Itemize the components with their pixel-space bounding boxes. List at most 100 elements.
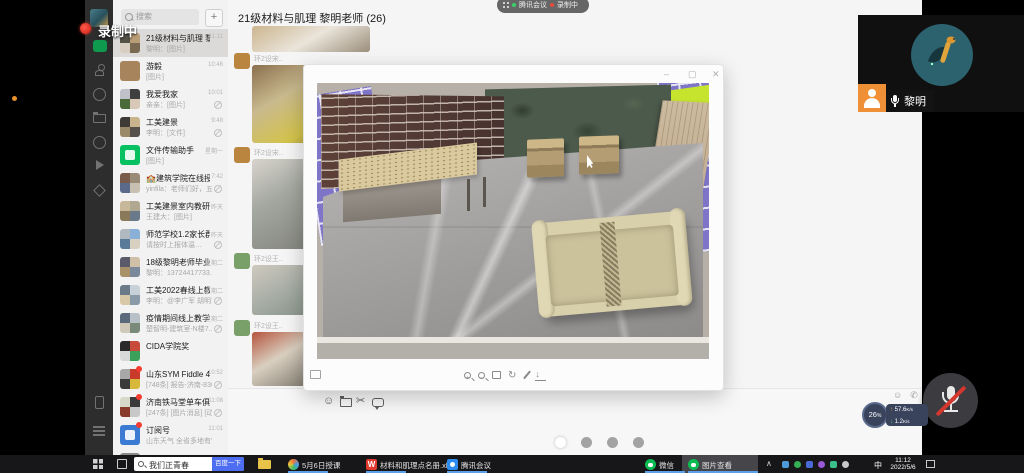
actual-size-icon[interactable]	[492, 371, 501, 379]
file-icon[interactable]	[340, 398, 352, 407]
tray-icon[interactable]	[830, 461, 837, 468]
action-center-icon[interactable]	[926, 460, 935, 468]
chat-list-item[interactable]: 济南铁马堂单车俱乐...[247条] [图片消息] [动...11:08	[113, 393, 228, 421]
tray-icon[interactable]	[794, 461, 801, 468]
chat-list-item[interactable]: 师范学校1.2家长群请按时上报体温…昨天	[113, 225, 228, 253]
tray-expand-icon[interactable]: ∧	[766, 459, 772, 468]
recording-dot-icon	[550, 3, 554, 7]
overlay-mini-icons[interactable]: ☺ ✆	[893, 390, 918, 401]
chat-history-icon[interactable]	[372, 398, 384, 407]
contacts-icon[interactable]	[95, 70, 104, 76]
edit-icon[interactable]	[523, 370, 531, 379]
favorites-icon[interactable]	[93, 88, 106, 101]
rotate-icon[interactable]: ↻	[508, 370, 519, 381]
tray-icon[interactable]	[806, 461, 813, 468]
chat-avatar	[120, 89, 140, 109]
chat-name: 21级材料与肌理 黎明...	[146, 33, 210, 44]
chat-list-item[interactable]: 订阅号山东天气 全省多地有雷...11:01	[113, 421, 228, 449]
screenshot-icon[interactable]: ✂	[356, 396, 365, 407]
taskbar-app-label[interactable]: 腾讯会议	[461, 460, 491, 471]
chat-name: 18级黎明老师毕业...	[146, 257, 210, 268]
chat-list-item[interactable]: 18级黎明老师毕业...黎明：13724417733...星期二	[113, 253, 228, 281]
moments-icon[interactable]	[93, 136, 106, 149]
mute-mic-button[interactable]	[923, 373, 978, 428]
taskbar-app-label[interactable]: 5月6日授课	[302, 460, 340, 471]
screen: 搜索 + 21级材料与肌理 黎明...黎明：[图片]11:11游毅[图片]10:…	[0, 0, 1024, 473]
close-button[interactable]: ✕	[712, 70, 720, 79]
message-image-thumbnail[interactable]	[252, 26, 370, 52]
chat-input-panel[interactable]: ☺ ✂ 发送(S)	[228, 389, 922, 455]
mute-icon	[214, 297, 222, 305]
taskbar-app-label[interactable]: 微信	[659, 460, 674, 471]
chat-avatar	[120, 369, 140, 389]
chat-list-item[interactable]: 山东SYM Fiddle 4车...[748条] 报告-济南-836...10:…	[113, 365, 228, 393]
video-channels-icon[interactable]	[96, 160, 109, 170]
chat-list-item[interactable]: 工美建景室内教研室王建大：[图片]昨天	[113, 197, 228, 225]
baidu-search-button[interactable]: 百度一下	[212, 457, 244, 471]
chat-list-item[interactable]: 疫情期间线上教学...楚智明-建筑室-N楼7...星期二	[113, 309, 228, 337]
chat-avatar	[120, 229, 140, 249]
message-sender-name: 环2设宋..	[254, 54, 283, 64]
search-icon	[138, 461, 144, 467]
emoji-icon[interactable]: ☺	[323, 396, 334, 407]
network-speed-widget[interactable]: ↑ 57.6K/s ↓ 1.2K/s	[886, 404, 928, 426]
chat-name: 济南铁马堂单车俱乐...	[146, 397, 210, 408]
gallery-icon[interactable]	[310, 370, 321, 379]
chat-list-item[interactable]: 我爱我家亲亲：[图片]10:01	[113, 85, 228, 113]
taskbar-search-text: 我们正青春	[149, 460, 189, 471]
wps-icon[interactable]: W	[366, 459, 377, 470]
task-view-button[interactable]	[117, 459, 127, 469]
chat-files-icon[interactable]	[93, 114, 106, 123]
tray-icon[interactable]	[842, 461, 849, 468]
carousel-dot[interactable]	[607, 437, 618, 448]
menu-icon[interactable]	[93, 426, 105, 428]
participant-name: 黎明	[904, 93, 926, 109]
carousel-dot[interactable]	[581, 437, 592, 448]
zoom-in-icon[interactable]: +	[464, 372, 471, 379]
chat-list-item[interactable]: 文件传输助手[图片]星期一	[113, 141, 228, 169]
unread-badge	[136, 422, 142, 428]
message-sender-avatar	[234, 253, 250, 269]
taskbar-app-label[interactable]: 材料和肌理点名册.xls...	[380, 460, 458, 471]
phone-icon[interactable]	[95, 396, 104, 409]
chat-list-item[interactable]: 游毅[图片]10:46	[113, 57, 228, 85]
phone-icon[interactable]: ✆	[910, 390, 918, 401]
meeting-floating-bar[interactable]: 腾讯会议 录制中	[497, 0, 589, 13]
carousel-dot[interactable]	[633, 437, 644, 448]
chat-list-item[interactable]: 工美建景李明：[文件]9:48	[113, 113, 228, 141]
chat-last-message: 黎明：13724417733...	[146, 268, 212, 278]
maximize-button[interactable]: ▢	[688, 70, 697, 79]
message-sender-name: 环2设王..	[254, 254, 283, 264]
emoji-icon[interactable]: ☺	[893, 390, 902, 401]
chats-icon[interactable]	[93, 40, 107, 52]
chat-title: 21级材料与肌理 黎明老师 (26)	[238, 10, 386, 26]
photo-miniature-room[interactable]	[317, 83, 709, 359]
tray-icon[interactable]	[818, 461, 825, 468]
ime-indicator[interactable]: 中	[874, 460, 882, 471]
taskbar-app-label[interactable]: 图片查看	[702, 460, 732, 471]
chat-list-item[interactable]: 🏫建筑学院在线授课群yinfila：老师们好，五...7:42	[113, 169, 228, 197]
taskbar-search-box[interactable]: 我们正青春 百度一下	[134, 457, 244, 471]
battery-percent-widget[interactable]: 26%	[862, 402, 888, 428]
carousel-dot-active[interactable]	[555, 437, 566, 448]
browser-icon[interactable]	[288, 459, 299, 470]
chat-list-item[interactable]: 工美2022春线上教...李明：@李广军 胡明军...星期二	[113, 281, 228, 309]
minimize-button[interactable]: –	[664, 70, 669, 79]
bubble-dot	[648, 463, 653, 467]
zoom-out-icon[interactable]: –	[478, 372, 485, 379]
tray-icon[interactable]	[782, 461, 789, 468]
wechat-icon[interactable]	[688, 459, 699, 470]
file-explorer-icon[interactable]	[258, 460, 271, 469]
meeting-video-window[interactable]: 黎明	[858, 15, 1024, 112]
meeting-icon[interactable]	[447, 459, 458, 470]
wechat-icon[interactable]	[645, 459, 656, 470]
chat-list-item[interactable]: CIDA学院奖	[113, 337, 228, 365]
participant-avatar	[910, 23, 974, 87]
download-icon[interactable]: ↓	[535, 369, 546, 381]
clock[interactable]: 11:12 2022/5/6	[886, 457, 920, 471]
add-chat-button[interactable]: +	[205, 9, 223, 27]
mini-programs-icon[interactable]	[93, 184, 106, 197]
start-button[interactable]	[93, 459, 103, 469]
chat-name: 工美建景	[146, 117, 210, 128]
chat-last-message: [247条] [图片消息] [动...	[146, 408, 212, 418]
